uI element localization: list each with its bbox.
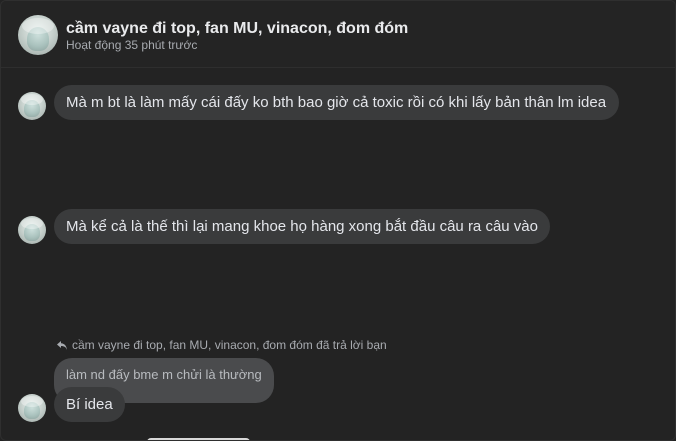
message-bubble[interactable]: Mà kể cả là thế thì lại mang khoe họ hàn… <box>54 209 550 244</box>
message-bubble[interactable]: Mà m bt là làm mấy cái đấy ko bth bao gi… <box>54 85 619 120</box>
sender-avatar[interactable] <box>18 92 46 120</box>
active-status: Hoạt động 35 phút trước <box>66 38 198 52</box>
chat-window: cầm vayne đi top, fan MU, vinacon, đom đ… <box>0 0 676 441</box>
sender-avatar[interactable] <box>18 394 46 422</box>
reply-message-bubble[interactable]: Bí idea <box>54 387 125 422</box>
chat-header: cầm vayne đi top, fan MU, vinacon, đom đ… <box>1 1 675 68</box>
reply-context: cầm vayne đi top, fan MU, vinacon, đom đ… <box>56 338 387 352</box>
contact-avatar[interactable] <box>18 15 58 55</box>
contact-name[interactable]: cầm vayne đi top, fan MU, vinacon, đom đ… <box>66 20 408 38</box>
sender-avatar[interactable] <box>18 216 46 244</box>
reply-context-label: cầm vayne đi top, fan MU, vinacon, đom đ… <box>72 338 387 352</box>
reply-arrow-icon <box>56 340 68 351</box>
